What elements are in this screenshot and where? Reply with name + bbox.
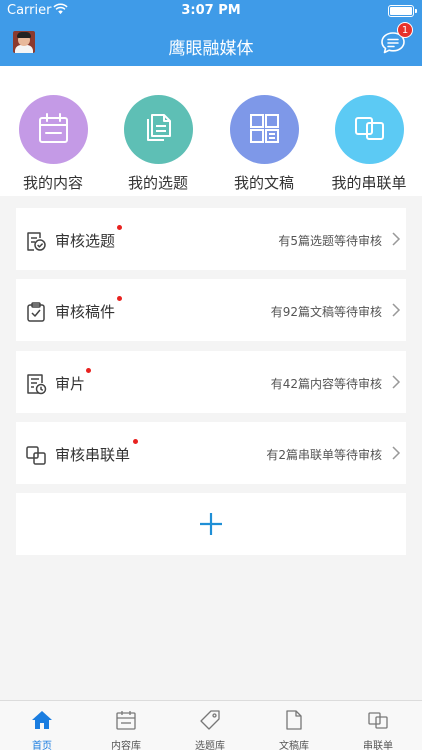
grid-document-icon [230, 95, 299, 164]
status-time: 3:07 PM [181, 3, 241, 18]
tab-topic-library-label: 选题库 [195, 741, 225, 750]
review-film-row[interactable]: 审片 有42篇内容等待审核 [16, 351, 406, 413]
chevron-right-icon [392, 303, 401, 317]
chevron-right-icon [392, 232, 401, 246]
quick-my-drafts[interactable]: 我的文稿 [212, 95, 316, 195]
tab-content-library[interactable]: 内容库 [84, 701, 168, 750]
plus-icon [200, 513, 222, 535]
page-title: 鹰眼融媒体 [168, 39, 254, 59]
quick-my-topics-label: 我的选题 [127, 174, 188, 192]
review-topics-info: 有5篇选题等待审核 [278, 234, 382, 248]
review-drafts-info: 有92篇文稿等待审核 [270, 305, 382, 319]
notification-dot [133, 439, 138, 444]
review-rundown-title: 审核串联单 [55, 446, 131, 464]
review-drafts-row[interactable]: 审核稿件 有92篇文稿等待审核 [16, 279, 406, 341]
chevron-right-icon [392, 446, 401, 460]
tab-rundown[interactable]: 串联单 [336, 701, 420, 750]
quick-my-drafts-label: 我的文稿 [233, 174, 294, 192]
quick-actions: 我的内容 我的选题 我的文稿 我的串联单 [0, 66, 422, 196]
tag-icon [200, 710, 220, 730]
link-review-icon [26, 446, 46, 465]
notification-dot [86, 368, 91, 373]
tab-topic-library[interactable]: 选题库 [168, 701, 252, 750]
notification-dot [117, 225, 122, 230]
tab-draft-library-label: 文稿库 [279, 741, 309, 750]
documents-icon [124, 95, 193, 164]
notification-dot [117, 296, 122, 301]
status-bar: Carrier 3:07 PM [0, 0, 422, 22]
tab-bar: 首页 内容库 选题库 文稿库 串联单 [0, 700, 422, 750]
tab-rundown-label: 串联单 [363, 741, 393, 750]
quick-my-rundown[interactable]: 我的串联单 [317, 95, 421, 195]
link-squares-icon [335, 95, 404, 164]
review-topics-row[interactable]: 审核选题 有5篇选题等待审核 [16, 208, 406, 270]
review-film-info: 有42篇内容等待审核 [270, 377, 382, 391]
message-badge: 1 [397, 22, 413, 38]
add-item-button[interactable] [16, 493, 406, 555]
review-drafts-title: 审核稿件 [55, 303, 116, 321]
clipboard-check-icon [27, 302, 45, 322]
nav-bar: Carrier 3:07 PM 鹰眼融媒体 1 [0, 0, 422, 66]
review-rundown-info: 有2篇串联单等待审核 [266, 448, 382, 462]
calendar-icon [19, 95, 88, 164]
document-icon [286, 710, 302, 730]
chevron-right-icon [392, 375, 401, 389]
quick-my-topics[interactable]: 我的选题 [106, 95, 210, 195]
quick-my-content[interactable]: 我的内容 [1, 95, 105, 195]
review-topics-title: 审核选题 [55, 232, 116, 250]
film-review-icon [27, 374, 47, 395]
topic-review-icon [27, 232, 46, 251]
review-rundown-row[interactable]: 审核串联单 有2篇串联单等待审核 [16, 422, 406, 484]
home-icon [32, 711, 52, 729]
calendar-icon [116, 711, 136, 730]
battery-icon [388, 5, 417, 17]
review-film-title: 审片 [55, 375, 86, 393]
quick-my-content-label: 我的内容 [22, 174, 83, 192]
quick-my-rundown-label: 我的串联单 [331, 174, 407, 192]
tab-draft-library[interactable]: 文稿库 [252, 701, 336, 750]
tab-content-library-label: 内容库 [111, 741, 141, 750]
tab-home[interactable]: 首页 [0, 701, 84, 750]
link-squares-icon [368, 712, 388, 729]
tab-home-label: 首页 [32, 741, 52, 750]
